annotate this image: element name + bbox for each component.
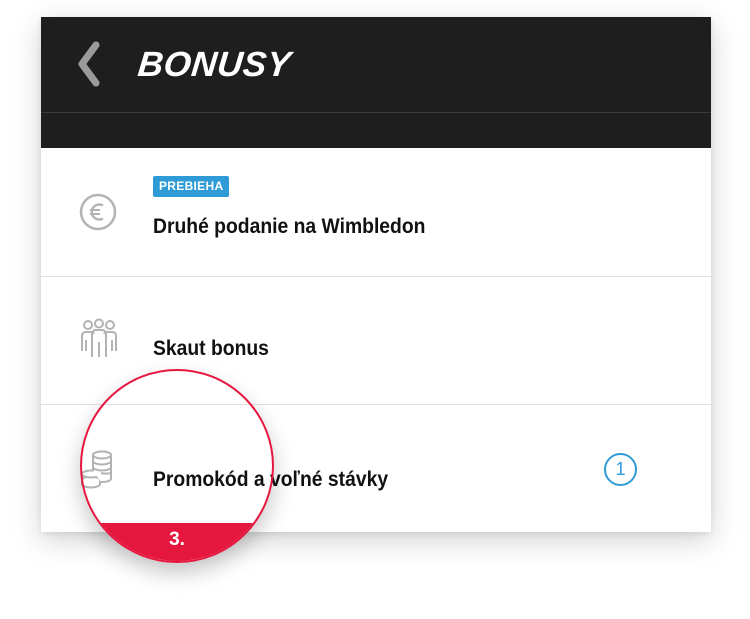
step-number: 3.	[169, 529, 185, 550]
bonus-title: Skaut bonus	[153, 337, 269, 360]
app-header: BONUSY	[41, 17, 711, 112]
back-button[interactable]	[75, 41, 103, 87]
bonus-item-wimbledon[interactable]: PREBIEHA Druhé podanie na Wimbledon	[41, 148, 711, 277]
status-badge: PREBIEHA	[153, 176, 230, 197]
count-badge: 1	[604, 453, 637, 486]
page-title: BONUSY	[136, 45, 293, 84]
people-group-icon	[81, 318, 117, 357]
chevron-left-icon	[78, 41, 100, 87]
step-highlight-circle: 3.	[80, 369, 274, 563]
bonus-title: Druhé podanie na Wimbledon	[153, 215, 426, 238]
euro-coin-icon	[79, 193, 117, 231]
header-subbar	[41, 112, 711, 149]
